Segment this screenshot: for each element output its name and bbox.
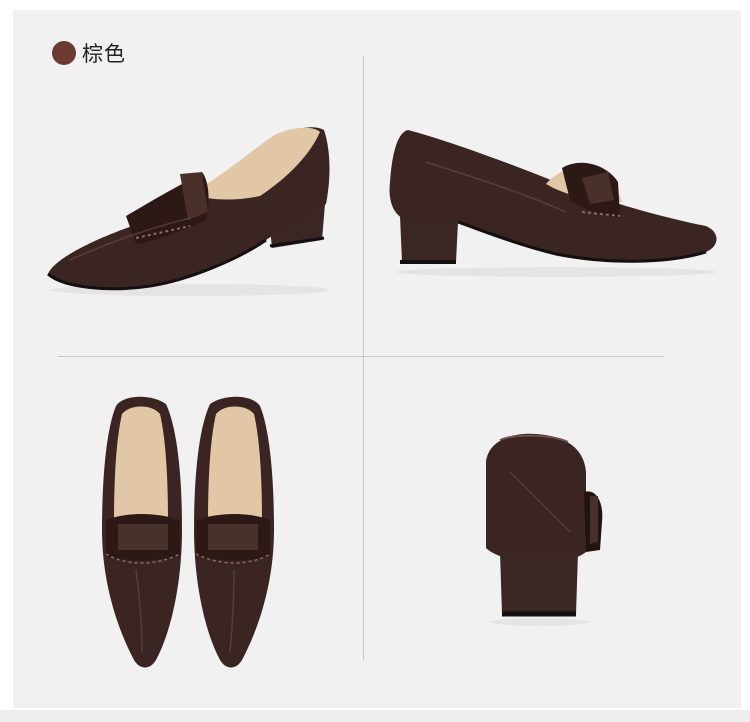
bottom-strip xyxy=(0,710,750,722)
horizontal-divider xyxy=(58,356,664,357)
shoe-side-right-view xyxy=(389,130,717,277)
shoe-rear-view xyxy=(486,433,603,626)
color-name: 棕色 xyxy=(82,42,126,66)
color-swatch xyxy=(52,41,76,65)
shoe-pair-top-view xyxy=(102,396,274,668)
shoe-side-left-view xyxy=(47,127,330,296)
vertical-divider xyxy=(363,56,364,660)
color-label: 棕色 xyxy=(52,40,126,66)
